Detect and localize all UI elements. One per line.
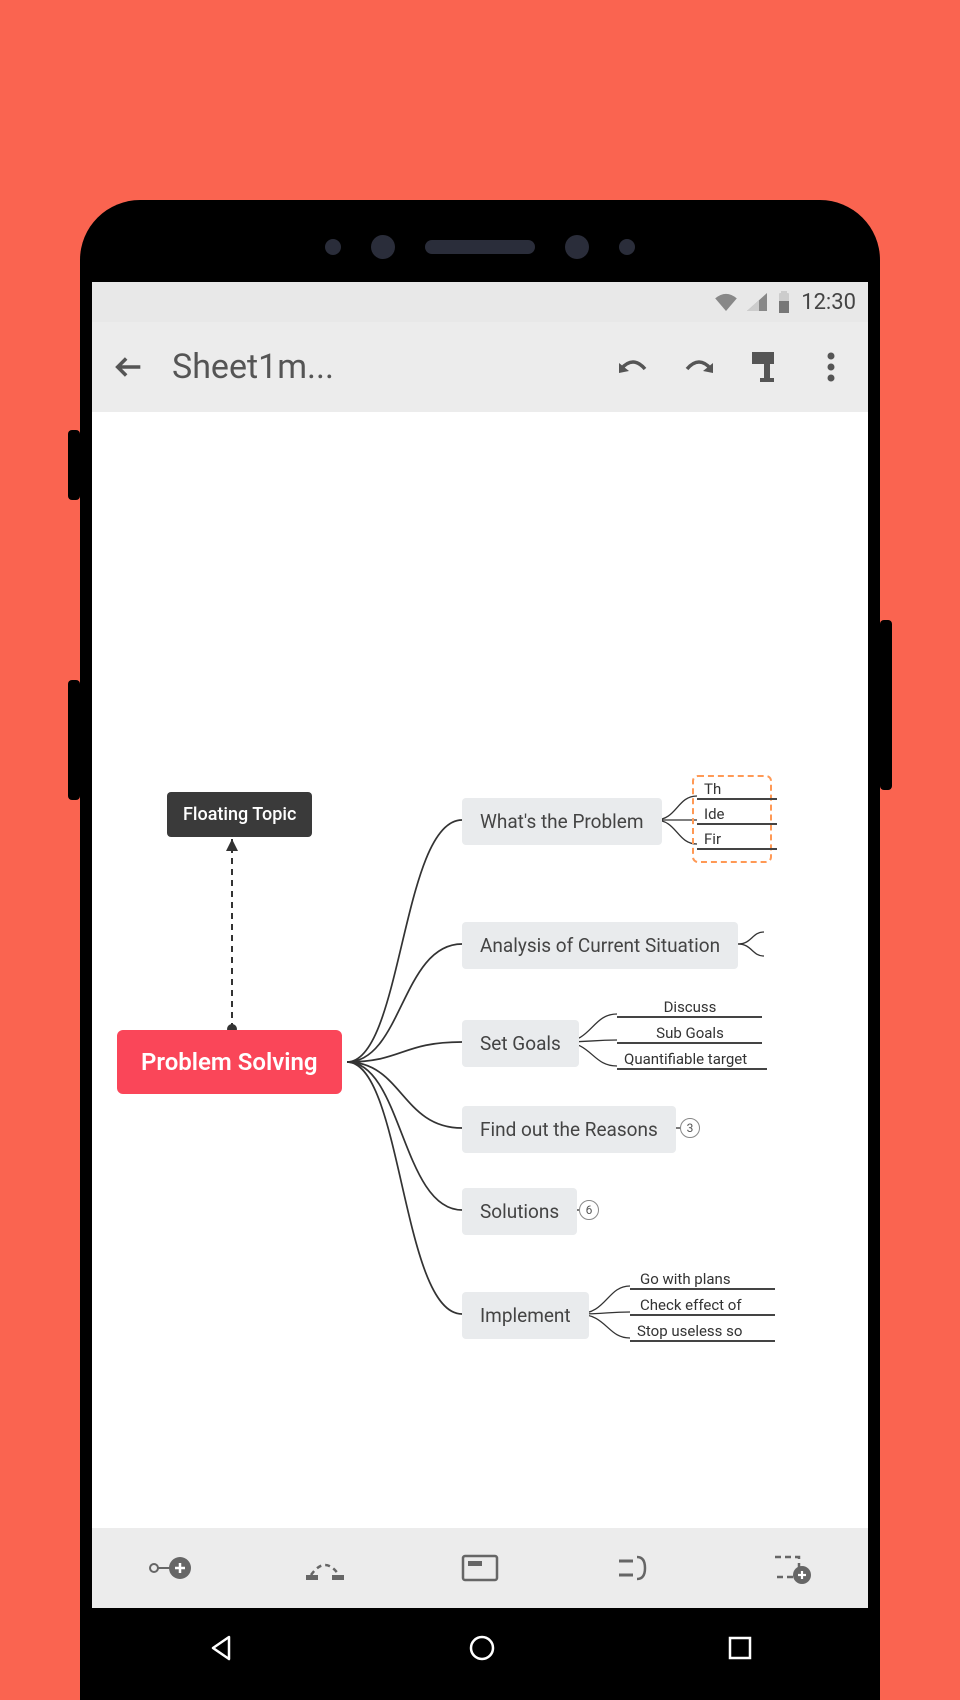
- add-boundary-button[interactable]: [450, 1538, 510, 1598]
- branch-analysis[interactable]: Analysis of Current Situation: [462, 922, 738, 969]
- collapsed-count[interactable]: 3: [680, 1118, 700, 1138]
- nav-recents-button[interactable]: [727, 1635, 753, 1661]
- sub-item[interactable]: Fir: [704, 830, 721, 848]
- sub-item[interactable]: Ide: [704, 805, 725, 823]
- branch-solutions[interactable]: Solutions: [462, 1188, 577, 1235]
- branch-find-reasons[interactable]: Find out the Reasons: [462, 1106, 676, 1153]
- branch-set-goals[interactable]: Set Goals: [462, 1020, 579, 1067]
- branch-whats-the-problem[interactable]: What's the Problem: [462, 798, 662, 845]
- sub-item[interactable]: Check effect of: [640, 1296, 742, 1314]
- sub-item[interactable]: Stop useless so: [637, 1322, 742, 1340]
- add-floating-topic-button[interactable]: [760, 1538, 820, 1598]
- redo-button[interactable]: [676, 344, 722, 390]
- sub-item[interactable]: Go with plans: [640, 1270, 731, 1288]
- floating-topic-node[interactable]: Floating Topic: [167, 792, 312, 837]
- format-button[interactable]: [742, 344, 788, 390]
- android-nav-bar: [92, 1608, 868, 1688]
- branch-implement[interactable]: Implement: [462, 1292, 589, 1339]
- nav-home-button[interactable]: [467, 1633, 497, 1663]
- sub-item[interactable]: Quantifiable target: [624, 1050, 747, 1068]
- signal-icon: [747, 293, 767, 311]
- add-subtopic-button[interactable]: [140, 1538, 200, 1598]
- bottom-toolbar: [92, 1528, 868, 1608]
- add-summary-button[interactable]: [605, 1538, 665, 1598]
- more-button[interactable]: [808, 344, 854, 390]
- back-button[interactable]: [106, 344, 152, 390]
- battery-icon: [777, 291, 791, 313]
- mindmap-canvas[interactable]: Floating Topic Problem Solving What's th…: [92, 412, 868, 1528]
- collapsed-count[interactable]: 6: [579, 1200, 599, 1220]
- status-bar: 12:30: [92, 282, 868, 322]
- connectors: [92, 412, 868, 1412]
- sub-item[interactable]: Th: [704, 780, 721, 798]
- nav-back-button[interactable]: [207, 1633, 237, 1663]
- status-time: 12:30: [801, 290, 856, 315]
- document-title: Sheet1m...: [172, 347, 590, 387]
- central-node[interactable]: Problem Solving: [117, 1030, 342, 1094]
- wifi-icon: [715, 293, 737, 311]
- add-relationship-button[interactable]: [295, 1538, 355, 1598]
- undo-button[interactable]: [610, 344, 656, 390]
- app-bar: Sheet1m...: [92, 322, 868, 412]
- sub-item[interactable]: Discuss: [640, 998, 740, 1016]
- sub-item[interactable]: Sub Goals: [640, 1024, 740, 1042]
